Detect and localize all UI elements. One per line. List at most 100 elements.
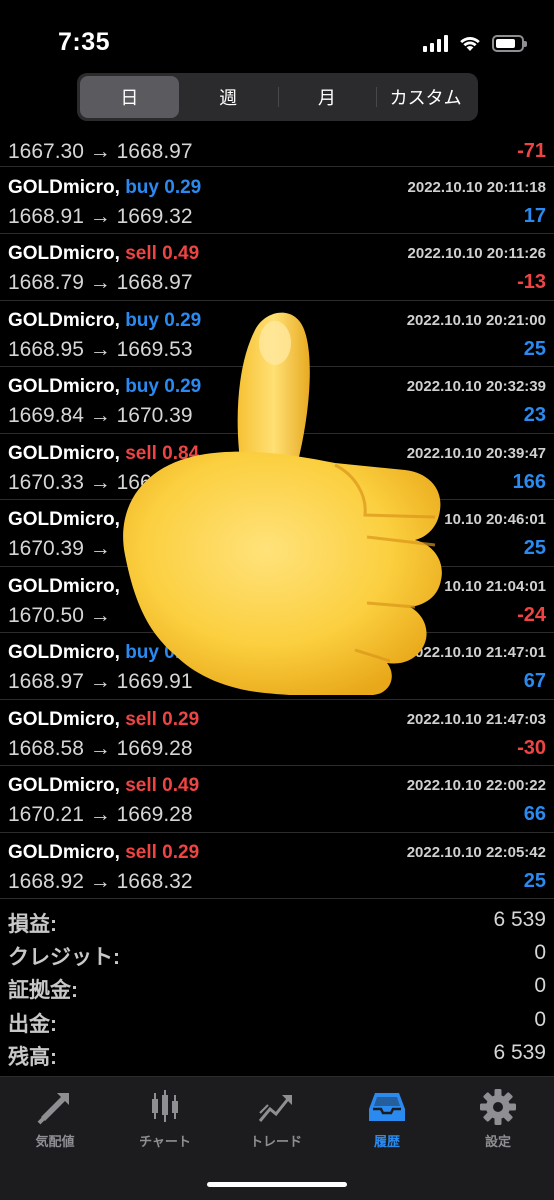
arrow-right-icon: →: [89, 537, 111, 560]
wifi-icon: [460, 37, 480, 51]
tab-week[interactable]: 週: [179, 76, 278, 118]
close-price: 1669.91: [116, 670, 193, 693]
summary-row: 証拠金: 0: [0, 971, 554, 1004]
trade-prices: 1670.21 → 1669.28: [8, 803, 193, 827]
trade-prices: 1670.50 →: [8, 604, 111, 628]
summary-value: 0: [534, 1007, 546, 1031]
trade-row[interactable]: GOLDmicro, 10.10 20:46:01 1670.39 → 25: [0, 500, 554, 567]
trade-datetime: 2022.10.10 21:47:03: [406, 710, 546, 728]
trade-datetime: 10.10 20:46:01: [444, 511, 546, 528]
trade-title: GOLDmicro, buy 0.29: [8, 177, 201, 199]
trade-prices: 1668.92 → 1668.32: [8, 870, 193, 894]
summary-label: 損益:: [8, 913, 57, 936]
trade-side: sell 0.29: [125, 841, 200, 863]
trade-title: GOLDmicro, sell 0.84: [8, 443, 199, 465]
tab-settings[interactable]: 設定: [443, 1087, 553, 1153]
trade-symbol: GOLDmicro,: [8, 708, 120, 730]
trade-row[interactable]: GOLDmicro, sell 0.29 2022.10.10 21:47:03 1…: [0, 700, 554, 766]
trade-row[interactable]: GOLDmicro, buy 0.29 2022.10.10 20:11:18 16…: [0, 168, 554, 234]
trade-symbol: GOLDmicro,: [8, 442, 120, 464]
trade-title: GOLDmicro, buy 0.49: [8, 642, 201, 664]
open-price: 1668.95: [8, 337, 84, 361]
trade-row[interactable]: GOLDmicro, sell 0.49 2022.10.10 22:00:22 1…: [0, 766, 554, 833]
arrow-right-icon: →: [89, 869, 111, 893]
status-time: 7:35: [58, 28, 111, 56]
summary-value: 6 539: [493, 908, 546, 931]
trade-datetime: 2022.10.10 22:00:22: [406, 777, 546, 794]
trade-datetime: 2022.10.10 20:39:47: [406, 444, 546, 462]
summary-label: クレジット:: [8, 946, 120, 970]
trade-side: sell 0.29: [125, 708, 200, 730]
trade-profit: 23: [523, 404, 546, 426]
trade-symbol: GOLDmicro,: [8, 509, 120, 530]
trade-side: buy 0.49: [125, 642, 202, 663]
summary-row: 残高: 6 539: [0, 1038, 554, 1071]
status-bar: 7:35: [0, 0, 554, 72]
trade-datetime: 2022.10.10 20:21:00: [406, 311, 546, 329]
trade-title: GOLDmicro, buy 0.29: [8, 376, 201, 398]
tab-chart[interactable]: チャート: [110, 1087, 220, 1153]
trade-row[interactable]: GOLDmicro, buy 0.49 2022.10.10 21:47:01 16…: [0, 633, 554, 700]
trade-row[interactable]: GOLDmicro, buy 0.29 2022.10.10 20:21:00 16…: [0, 301, 554, 367]
trade-datetime: 2022.10.10 20:11:26: [407, 245, 546, 262]
tab-custom[interactable]: カスタム: [376, 76, 475, 118]
arrow-right-icon: →: [89, 603, 111, 627]
gear-icon: [480, 1089, 516, 1125]
tab-month[interactable]: 月: [277, 76, 377, 118]
trade-row[interactable]: GOLDmicro, sell 0.29 2022.10.10 22:05:42 1…: [0, 833, 554, 899]
arrow-right-icon: →: [89, 670, 111, 693]
trade-profit: 25: [523, 537, 546, 559]
summary-label: 残高:: [8, 1045, 57, 1069]
trade-datetime: 2022.10.10 21:47:01: [406, 644, 546, 661]
tab-day[interactable]: 日: [80, 76, 179, 118]
trade-history-list[interactable]: 1667.30 → 1668.97 -71 GOLDmicro, buy 0.29 2…: [0, 134, 554, 900]
arrow-right-icon: →: [89, 271, 111, 294]
open-price: 1667.30: [8, 140, 84, 163]
arrow-right-icon: →: [89, 404, 111, 427]
trade-datetime: 2022.10.10 20:11:18: [407, 178, 546, 196]
trade-title: GOLDmicro, sell 0.49: [8, 775, 199, 797]
tab-trade[interactable]: トレード: [221, 1087, 331, 1153]
trade-symbol: GOLDmicro,: [8, 176, 120, 198]
open-price: 1668.92: [8, 869, 84, 893]
trade-title: GOLDmicro, sell 0.29: [8, 709, 199, 731]
battery-icon: [492, 34, 527, 52]
tab-history[interactable]: 履歴: [332, 1087, 442, 1153]
candlestick-icon: [152, 1090, 178, 1122]
close-price: 1668.97: [116, 271, 193, 294]
trade-prices: 1668.97 → 1669.91: [8, 670, 193, 694]
trade-profit: -13: [517, 271, 546, 293]
trade-side: buy 0.29: [125, 309, 202, 331]
arrow-right-icon: →: [89, 204, 111, 228]
trade-symbol: GOLDmicro,: [8, 243, 120, 264]
trade-prices: 1668.58 → 1669.28: [8, 737, 193, 761]
trade-row[interactable]: GOLDmicro, sell 0.49 2022.10.10 20:11:26 1…: [0, 234, 554, 301]
trade-prices: 1670.33 → 1668.: [8, 471, 169, 495]
trade-profit: 66: [523, 803, 546, 825]
trade-profit: 25: [523, 869, 546, 892]
trade-chart-icon: [258, 1095, 292, 1122]
period-segmented-control: 日 週 月 カスタム: [77, 73, 478, 121]
close-price: 1669.28: [116, 736, 193, 760]
arrow-right-icon: →: [89, 140, 111, 163]
open-price: 1670.33: [8, 470, 84, 494]
close-price: 1669.32: [116, 204, 193, 228]
trade-title: GOLDmicro, buy 0.29: [8, 310, 201, 332]
trade-profit: 166: [512, 470, 546, 493]
tab-quotes[interactable]: 気配値: [0, 1087, 110, 1153]
trade-row[interactable]: GOLDmicro, 10.10 21:04:01 1670.50 → -24: [0, 567, 554, 633]
trade-side: sell 0.49: [125, 775, 200, 796]
summary-row: 出金: 0: [0, 1005, 554, 1038]
trade-row[interactable]: GOLDmicro, buy 0.29 2022.10.10 20:32:39 16…: [0, 367, 554, 434]
trade-profit: 67: [523, 670, 546, 692]
trade-profit: -30: [517, 736, 546, 759]
trade-title: GOLDmicro, sell 0.49: [8, 243, 199, 265]
trade-row[interactable]: 1667.30 → 1668.97 -71: [0, 134, 554, 167]
trade-prices: 1668.79 → 1668.97: [8, 271, 193, 295]
trade-side: buy 0.29: [125, 376, 202, 397]
trade-prices: 1667.30 → 1668.97: [8, 140, 193, 164]
trade-side: sell 0.49: [125, 243, 200, 264]
close-price: 1668.32: [116, 869, 193, 893]
trade-row[interactable]: GOLDmicro, sell 0.84 2022.10.10 20:39:47 1…: [0, 434, 554, 500]
trade-datetime: 2022.10.10 20:32:39: [406, 378, 546, 395]
